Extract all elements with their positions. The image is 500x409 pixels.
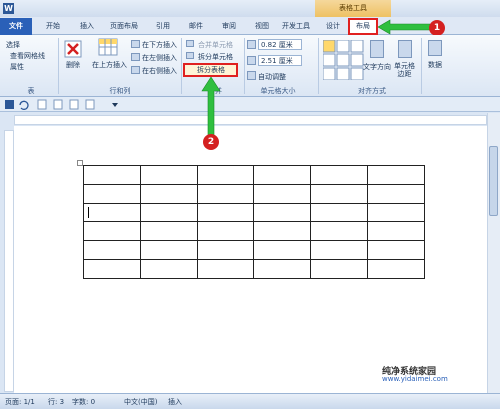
split-cells-icon (186, 52, 194, 59)
status-row[interactable]: 行: 3 (48, 397, 64, 407)
callout-number-1: 1 (429, 20, 445, 36)
column-width-icon (247, 56, 256, 65)
insert-below-button[interactable]: 在下方插入 (142, 40, 177, 50)
tab-layout[interactable]: 布局 (348, 18, 378, 35)
split-table-label: 拆分表格 (197, 66, 225, 74)
properties-button[interactable]: 属性 (10, 62, 24, 72)
tab-insert[interactable]: 插入 (72, 18, 102, 35)
insert-right-button[interactable]: 在右侧插入 (142, 66, 177, 76)
column-width-value: 2.51 厘米 (261, 57, 293, 65)
quick-access-icons[interactable] (4, 99, 124, 110)
delete-button[interactable]: 删除 (66, 60, 80, 70)
scrollbar-thumb[interactable] (489, 146, 498, 216)
gridlines-button[interactable]: 查看网格线 (10, 51, 45, 61)
divider (58, 38, 59, 94)
split-table-button[interactable]: 拆分表格 (183, 63, 238, 77)
merge-cells-icon (186, 40, 194, 47)
insert-right-icon (131, 66, 140, 74)
insert-below-icon (131, 40, 140, 48)
autofit-icon (247, 71, 256, 80)
vertical-ruler[interactable] (4, 130, 14, 392)
select-button[interactable]: 选择 (6, 40, 20, 50)
column-width-input[interactable]: 2.51 厘米 (258, 55, 302, 66)
split-cells-button[interactable]: 拆分单元格 (198, 52, 233, 62)
tab-view[interactable]: 视图 (247, 18, 277, 35)
tab-references[interactable]: 引用 (148, 18, 178, 35)
group-label-alignment: 对齐方式 (358, 87, 386, 95)
table-tools-context-title: 表格工具 (315, 0, 391, 17)
cell-margins-button[interactable]: 单元格 边距 (394, 62, 415, 78)
status-insert-mode[interactable]: 插入 (168, 397, 182, 407)
merge-cells-button[interactable]: 合并单元格 (198, 40, 233, 50)
autofit-button[interactable]: 自动调整 (258, 72, 286, 82)
document-table[interactable] (83, 165, 425, 279)
status-page[interactable]: 页面: 1/1 (5, 397, 35, 407)
callout-number-2: 2 (203, 134, 219, 150)
tab-file[interactable]: 文件 (0, 18, 32, 35)
group-label-table: 表 (27, 87, 35, 95)
text-cursor (88, 207, 89, 218)
divider (244, 38, 245, 94)
title-bar (0, 0, 500, 17)
word-app-icon[interactable]: W (3, 3, 14, 14)
data-button[interactable]: 数据 (428, 60, 442, 70)
tab-developer[interactable]: 开发工具 (278, 18, 314, 35)
tab-home[interactable]: 开始 (38, 18, 68, 35)
insert-above-button[interactable]: 在上方插入 (92, 60, 127, 70)
tab-design[interactable]: 设计 (318, 18, 348, 35)
tab-review[interactable]: 审阅 (214, 18, 244, 35)
insert-left-button[interactable]: 在左侧插入 (142, 53, 177, 63)
divider (421, 38, 422, 94)
data-icon (428, 40, 442, 56)
green-arrow-1 (378, 19, 430, 35)
tab-mailings[interactable]: 邮件 (181, 18, 211, 35)
row-height-value: 0.82 厘米 (261, 41, 293, 49)
watermark-url: www.yidaimei.com (382, 375, 448, 383)
row-height-icon (247, 40, 256, 49)
green-arrow-2 (201, 77, 221, 135)
status-language[interactable]: 中文(中国) (124, 397, 157, 407)
group-label-rows-cols: 行和列 (109, 87, 131, 95)
text-direction-button[interactable]: 文字方向 (363, 62, 391, 72)
cell-margins-icon (398, 40, 412, 58)
text-direction-icon (370, 40, 384, 58)
tab-page-layout[interactable]: 页面布局 (104, 18, 144, 35)
insert-left-icon (131, 53, 140, 61)
insert-above-icon[interactable] (98, 38, 118, 56)
divider (181, 38, 182, 94)
divider (318, 38, 319, 94)
horizontal-ruler[interactable] (14, 115, 487, 125)
row-height-input[interactable]: 0.82 厘米 (258, 39, 302, 50)
group-label-cell-size: 单元格大小 (260, 87, 296, 95)
delete-icon[interactable] (64, 40, 82, 58)
alignment-grid-icon[interactable] (323, 40, 365, 80)
status-words[interactable]: 字数: 0 (72, 397, 95, 407)
